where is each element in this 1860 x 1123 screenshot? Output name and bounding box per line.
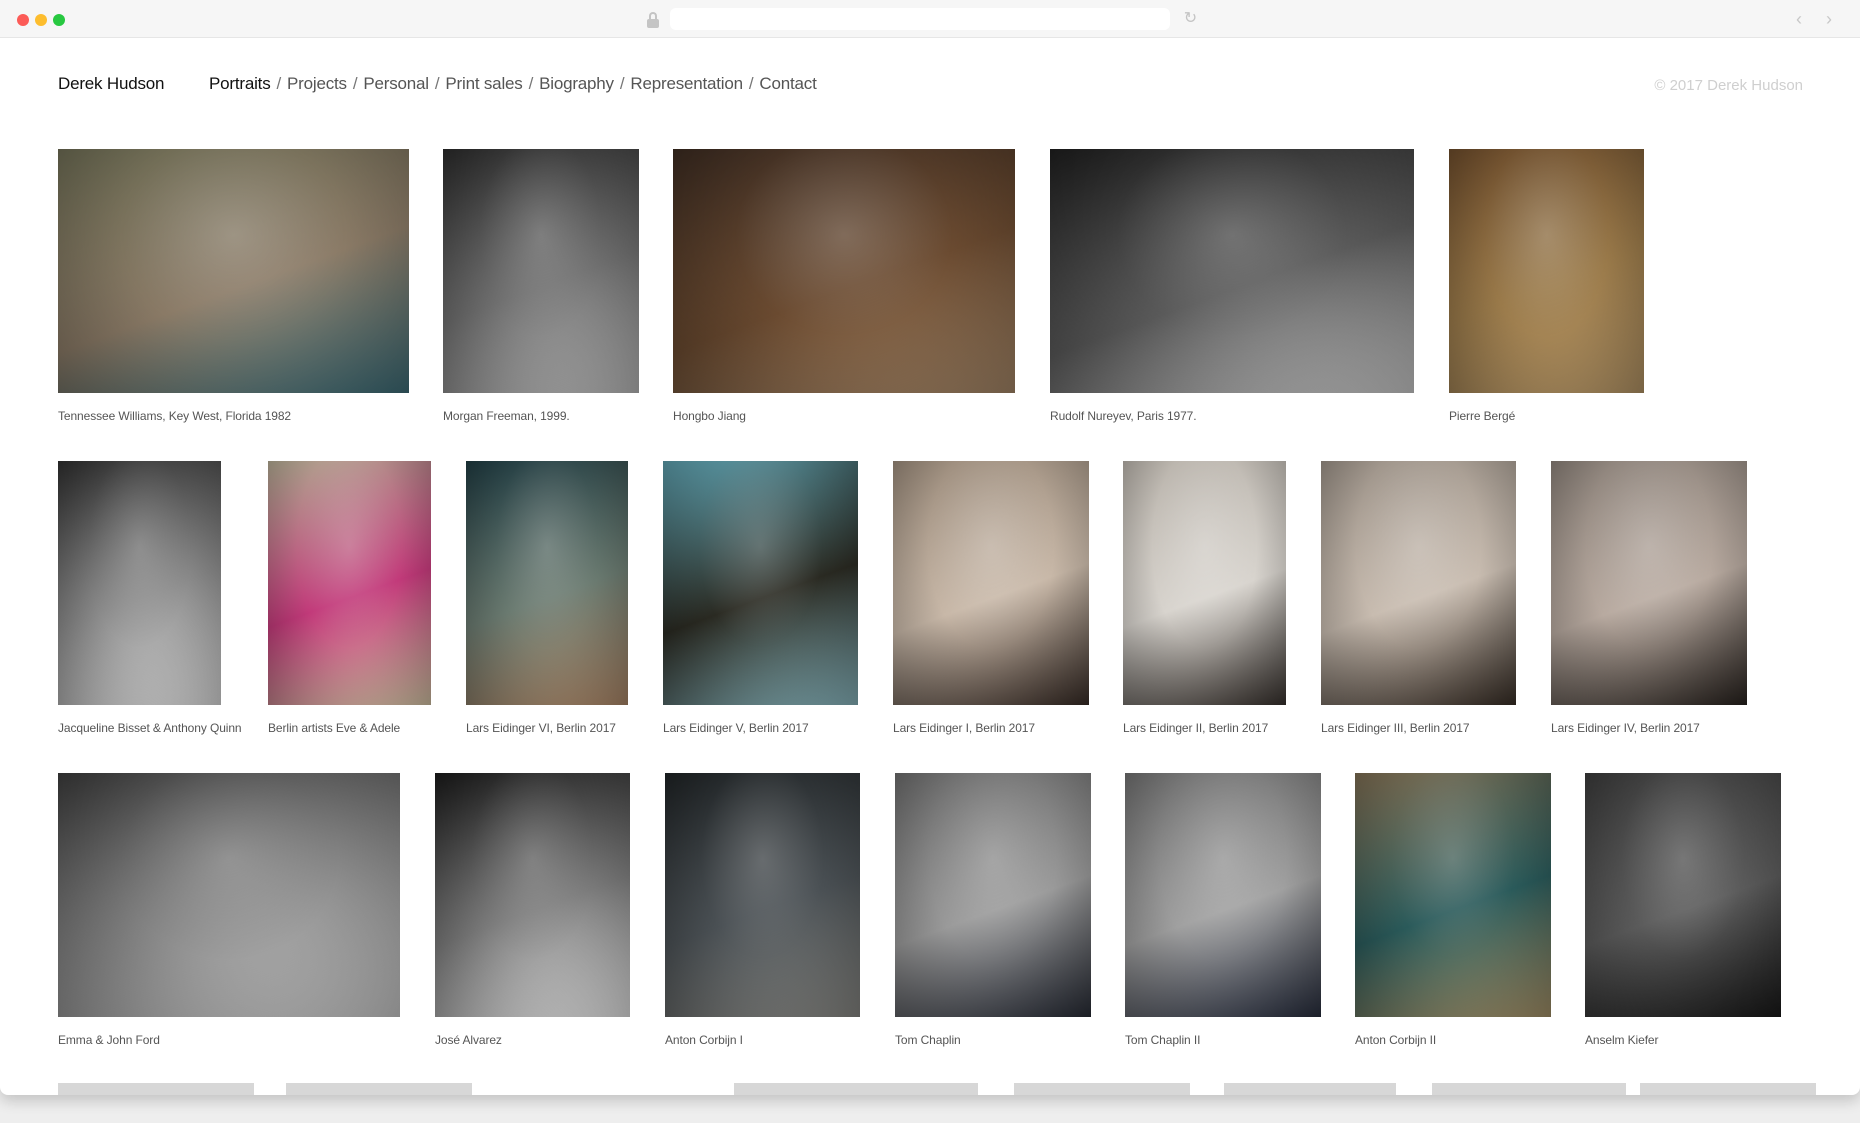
portrait-photo[interactable] bbox=[58, 773, 400, 1017]
portrait-photo[interactable] bbox=[1321, 461, 1516, 705]
photo-caption: Anton Corbijn II bbox=[1355, 1033, 1437, 1047]
photo-caption: Anselm Kiefer bbox=[1585, 1033, 1659, 1047]
gallery-tile[interactable]: Lars Eidinger I, Berlin 2017 bbox=[893, 461, 1089, 747]
portrait-photo[interactable] bbox=[1585, 773, 1781, 1017]
portrait-photo[interactable] bbox=[1123, 461, 1286, 705]
gallery-tile[interactable]: Anselm Kiefer bbox=[1585, 773, 1781, 1059]
portrait-photo[interactable] bbox=[58, 149, 409, 393]
gallery-tile[interactable]: Berlin artists Eve & Adele bbox=[268, 461, 431, 747]
gallery-tile[interactable]: Lars Eidinger II, Berlin 2017 bbox=[1123, 461, 1286, 747]
portrait-photo[interactable] bbox=[466, 461, 628, 705]
photo-caption: Hongbo Jiang bbox=[673, 409, 746, 423]
portrait-photo[interactable] bbox=[665, 773, 860, 1017]
photo-caption: Pierre Bergé bbox=[1449, 409, 1516, 423]
photo-caption: Tom Chaplin II bbox=[1125, 1033, 1201, 1047]
portrait-photo[interactable] bbox=[58, 461, 221, 705]
photo-caption: Lars Eidinger V, Berlin 2017 bbox=[663, 721, 809, 735]
gallery-tile[interactable]: Anton Corbijn I bbox=[665, 773, 860, 1059]
gallery-tile[interactable]: Tom Chaplin II bbox=[1125, 773, 1321, 1059]
portrait-photo[interactable] bbox=[435, 773, 630, 1017]
photo-caption: Morgan Freeman, 1999. bbox=[443, 409, 570, 423]
portrait-photo[interactable] bbox=[893, 461, 1089, 705]
portrait-photo[interactable] bbox=[663, 461, 858, 705]
browser-window: ↻ ‹ › Derek Hudson Portraits / Projects / Pe… bbox=[0, 0, 1860, 1095]
portrait-photo[interactable] bbox=[1449, 149, 1644, 393]
gallery-tile[interactable]: Rudolf Nureyev, Paris 1977. bbox=[1050, 149, 1414, 435]
gallery-tile[interactable]: Jacqueline Bisset & Anthony Quinn bbox=[58, 461, 242, 747]
next-row-photo-edge bbox=[286, 1083, 472, 1095]
photo-caption: Lars Eidinger IV, Berlin 2017 bbox=[1551, 721, 1700, 735]
next-row-photo-edge bbox=[1432, 1083, 1626, 1095]
photo-caption: José Alvarez bbox=[435, 1033, 502, 1047]
photo-caption: Anton Corbijn I bbox=[665, 1033, 743, 1047]
gallery-tile[interactable]: Anton Corbijn II bbox=[1355, 773, 1551, 1059]
portrait-photo[interactable] bbox=[1050, 149, 1414, 393]
photo-caption: Emma & John Ford bbox=[58, 1033, 160, 1047]
gallery-tile[interactable]: Lars Eidinger IV, Berlin 2017 bbox=[1551, 461, 1747, 747]
photo-caption: Tennessee Williams, Key West, Florida 19… bbox=[58, 409, 292, 423]
gallery-tile[interactable]: Morgan Freeman, 1999. bbox=[443, 149, 639, 435]
gallery-tile[interactable]: Lars Eidinger V, Berlin 2017 bbox=[663, 461, 858, 747]
portrait-photo[interactable] bbox=[673, 149, 1015, 393]
gallery-tile[interactable]: Lars Eidinger III, Berlin 2017 bbox=[1321, 461, 1516, 747]
next-row-photo-edge bbox=[58, 1083, 254, 1095]
portrait-photo[interactable] bbox=[443, 149, 639, 393]
photo-caption: Tom Chaplin bbox=[895, 1033, 961, 1047]
photo-caption: Berlin artists Eve & Adele bbox=[268, 721, 401, 735]
photo-caption: Lars Eidinger II, Berlin 2017 bbox=[1123, 721, 1269, 735]
portrait-photo[interactable] bbox=[895, 773, 1091, 1017]
photo-caption: Jacqueline Bisset & Anthony Quinn bbox=[58, 721, 242, 735]
portrait-gallery: Tennessee Williams, Key West, Florida 19… bbox=[0, 0, 1860, 1095]
portrait-photo[interactable] bbox=[1551, 461, 1747, 705]
next-row-photo-edge bbox=[1640, 1083, 1816, 1095]
gallery-tile[interactable]: Emma & John Ford bbox=[58, 773, 400, 1059]
gallery-tile[interactable]: Hongbo Jiang bbox=[673, 149, 1015, 435]
photo-caption: Rudolf Nureyev, Paris 1977. bbox=[1050, 409, 1197, 423]
next-row-photo-edge bbox=[1014, 1083, 1190, 1095]
gallery-tile[interactable]: José Alvarez bbox=[435, 773, 630, 1059]
gallery-tile[interactable]: Tom Chaplin bbox=[895, 773, 1091, 1059]
gallery-tile[interactable]: Pierre Bergé bbox=[1449, 149, 1644, 435]
next-row-photo-edge bbox=[1224, 1083, 1396, 1095]
gallery-tile[interactable]: Lars Eidinger VI, Berlin 2017 bbox=[466, 461, 628, 747]
next-row-photo-edge bbox=[734, 1083, 978, 1095]
portrait-photo[interactable] bbox=[268, 461, 431, 705]
portrait-photo[interactable] bbox=[1125, 773, 1321, 1017]
photo-caption: Lars Eidinger VI, Berlin 2017 bbox=[466, 721, 616, 735]
gallery-tile[interactable]: Tennessee Williams, Key West, Florida 19… bbox=[58, 149, 409, 435]
photo-caption: Lars Eidinger I, Berlin 2017 bbox=[893, 721, 1035, 735]
portrait-photo[interactable] bbox=[1355, 773, 1551, 1017]
photo-caption: Lars Eidinger III, Berlin 2017 bbox=[1321, 721, 1470, 735]
